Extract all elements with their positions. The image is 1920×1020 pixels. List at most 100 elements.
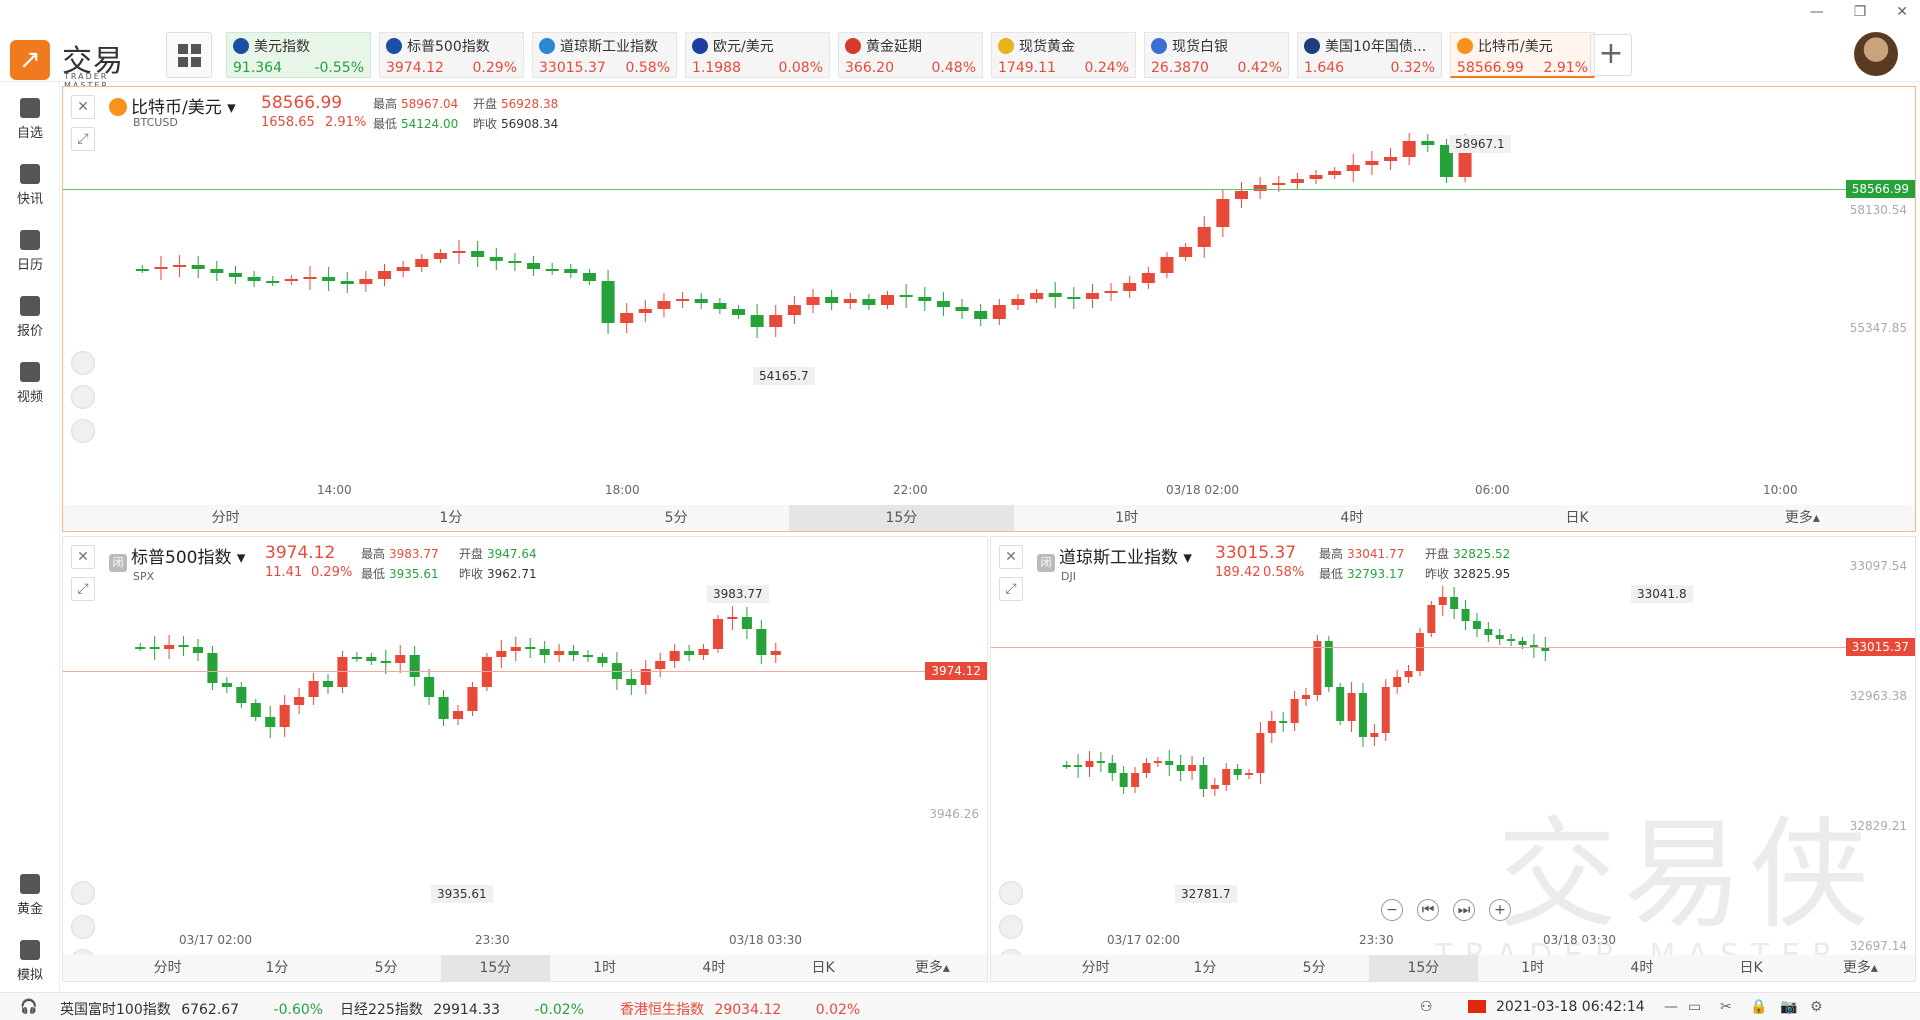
sidebar-item-calendar[interactable]: 日历 <box>0 230 60 273</box>
close-panel-button[interactable]: ✕ <box>71 545 95 569</box>
calendar-icon <box>20 230 40 250</box>
draw-pencil-icon[interactable] <box>71 915 95 939</box>
minimize-panel-icon[interactable]: — <box>1664 999 1678 1015</box>
tab-1m[interactable]: 1分 <box>1150 955 1259 981</box>
tab-daily[interactable]: 日K <box>1465 505 1690 531</box>
ticker-card[interactable]: 道琼斯工业指数 33015.37 0.58% <box>532 32 677 78</box>
clock-datetime: 2021-03-18 06:42:14 <box>1496 999 1645 1015</box>
ticker-card[interactable]: 黄金延期 366.20 0.48% <box>838 32 983 78</box>
lock-icon[interactable]: 🔒 <box>1750 999 1767 1015</box>
tab-1h[interactable]: 1时 <box>1014 505 1239 531</box>
expand-panel-button[interactable]: ⤢ <box>71 127 95 151</box>
connection-icon[interactable]: ⚇ <box>1420 999 1433 1015</box>
tab-4h[interactable]: 4时 <box>1587 955 1696 981</box>
tab-daily[interactable]: 日K <box>1697 955 1806 981</box>
tab-daily[interactable]: 日K <box>769 955 878 981</box>
add-ticker-button[interactable]: + <box>1590 34 1632 76</box>
symbol-selector[interactable]: 比特币/美元 ▾ BTCUSD <box>109 93 236 129</box>
draw-pencil-icon[interactable] <box>999 915 1023 939</box>
indicator-icon[interactable] <box>71 351 95 375</box>
layout-icon[interactable]: ▭ <box>1688 999 1701 1015</box>
restore-icon[interactable]: ❐ <box>1854 4 1867 20</box>
status-index-ftse[interactable]: 英国富时100指数 6762.67 -0.60% <box>60 999 323 1019</box>
indicator-icon[interactable] <box>999 881 1023 905</box>
tab-1m[interactable]: 1分 <box>338 505 563 531</box>
expand-panel-button[interactable]: ⤢ <box>71 577 95 601</box>
avatar[interactable] <box>1854 32 1898 76</box>
tab-more[interactable]: 更多▴ <box>1690 505 1915 531</box>
layout-grid-button[interactable] <box>166 32 212 78</box>
tab-15m[interactable]: 15分 <box>1368 955 1478 981</box>
stat-prev-close: 昨收 56908.34 <box>473 117 559 131</box>
market-closed-badge: 闭 <box>1037 554 1055 572</box>
tools-icon[interactable]: ✂ <box>1720 999 1732 1015</box>
zoom-out-icon[interactable]: − <box>1381 899 1403 921</box>
candle-body <box>340 281 354 284</box>
close-panel-button[interactable]: ✕ <box>71 95 95 119</box>
tab-4h[interactable]: 4时 <box>659 955 768 981</box>
headset-icon[interactable]: 🎧 <box>20 999 37 1015</box>
price-tag: 58566.99 <box>1845 180 1915 198</box>
sidebar-item-video[interactable]: 视频 <box>0 362 60 405</box>
symbol-selector[interactable]: 闭标普500指数 ▾ SPX <box>109 543 245 583</box>
candle-body <box>351 657 362 659</box>
sidebar-item-news[interactable]: 快讯 <box>0 164 60 207</box>
status-index-hsi[interactable]: 香港恒生指数 29034.12 0.02% <box>620 999 860 1019</box>
ticker-card[interactable]: 美国10年国债... 1.646 0.32% <box>1297 32 1442 78</box>
tab-5m[interactable]: 5分 <box>564 505 789 531</box>
candle-body <box>395 655 406 663</box>
ticker-card[interactable]: 现货黄金 1749.11 0.24% <box>991 32 1136 78</box>
candle-body <box>337 657 348 687</box>
tab-15m[interactable]: 15分 <box>440 955 550 981</box>
tab-4h[interactable]: 4时 <box>1239 505 1464 531</box>
camera-icon[interactable]: 📷 <box>1780 999 1797 1015</box>
tab-1h[interactable]: 1时 <box>1478 955 1587 981</box>
tab-5m[interactable]: 5分 <box>332 955 441 981</box>
tab-tick[interactable]: 分时 <box>1041 955 1150 981</box>
ticker-card[interactable]: 标普500指数 3974.12 0.29% <box>379 32 524 78</box>
candle-body <box>164 645 175 649</box>
chart-type-icon[interactable] <box>71 419 95 443</box>
sidebar-item-simulate[interactable]: 模拟 <box>0 940 60 983</box>
symbol-selector[interactable]: 闭道琼斯工业指数 ▾ DJI <box>1037 543 1192 583</box>
candle-body <box>731 309 745 315</box>
change-percent: 0.29% <box>311 565 353 580</box>
draw-pencil-icon[interactable] <box>71 385 95 409</box>
candle-body <box>322 681 334 687</box>
settings-icon[interactable]: ⚙ <box>1810 999 1823 1015</box>
ticker-change: 0.48% <box>931 60 976 76</box>
candle-body <box>1234 191 1249 199</box>
candle-body <box>1199 765 1208 789</box>
stat-high: 最高 3983.77 <box>361 547 439 561</box>
status-index-nikkei[interactable]: 日经225指数 29914.33 -0.02% <box>340 999 584 1019</box>
tab-tick[interactable]: 分时 <box>113 505 338 531</box>
zoom-in-icon[interactable]: + <box>1489 899 1511 921</box>
ticker-card[interactable]: 欧元/美元 1.1988 0.08% <box>685 32 830 78</box>
gold-icon <box>20 874 40 894</box>
candle-body <box>1427 605 1436 633</box>
change-percent: 2.91% <box>325 115 367 130</box>
ticker-card[interactable]: 美元指数 91.364 -0.55% <box>226 32 371 78</box>
tab-more[interactable]: 更多▴ <box>878 955 987 981</box>
tab-15m[interactable]: 15分 <box>788 505 1014 531</box>
indicator-icon[interactable] <box>71 881 95 905</box>
tab-more[interactable]: 更多▴ <box>1806 955 1915 981</box>
rewind-icon[interactable]: ⏮ <box>1417 899 1439 921</box>
sidebar-item-quotes[interactable]: 报价 <box>0 296 60 339</box>
close-panel-button[interactable]: ✕ <box>999 545 1023 569</box>
minimize-icon[interactable]: — <box>1810 4 1824 20</box>
close-icon[interactable]: ✕ <box>1896 4 1908 20</box>
tab-5m[interactable]: 5分 <box>1260 955 1369 981</box>
ticker-card[interactable]: 比特币/美元 58566.99 2.91% <box>1450 32 1595 78</box>
candle-body <box>496 651 507 657</box>
ticker-name: 现货白银 <box>1151 36 1282 56</box>
expand-panel-button[interactable]: ⤢ <box>999 577 1023 601</box>
sidebar-item-watchlist[interactable]: 自选 <box>0 98 60 141</box>
candle-body <box>1365 161 1379 165</box>
tab-tick[interactable]: 分时 <box>113 955 222 981</box>
ticker-card[interactable]: 现货白银 26.3870 0.42% <box>1144 32 1289 78</box>
sidebar-item-gold[interactable]: 黄金 <box>0 874 60 917</box>
tab-1h[interactable]: 1时 <box>550 955 659 981</box>
tab-1m[interactable]: 1分 <box>222 955 331 981</box>
forward-icon[interactable]: ⏭ <box>1453 899 1475 921</box>
